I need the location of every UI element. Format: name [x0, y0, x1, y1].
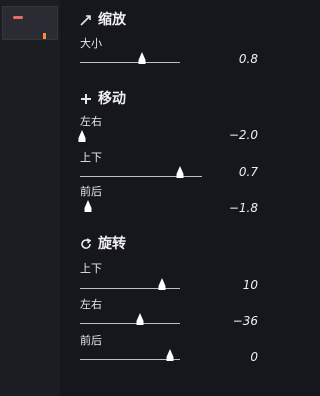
thumbnail-detail: [43, 33, 46, 39]
section-title-rotate: 旋转: [80, 234, 126, 254]
section-title-text: 旋转: [98, 236, 126, 252]
slider-move-fb[interactable]: [80, 200, 180, 214]
slider-handle[interactable]: [158, 278, 166, 290]
slider-label-rot-lr: 左右: [80, 298, 102, 311]
slider-rotate-ud[interactable]: [80, 278, 180, 292]
slider-label-rot-ud: 上下: [80, 262, 102, 275]
model-thumbnail[interactable]: [2, 6, 58, 40]
slider-handle[interactable]: [136, 313, 144, 325]
slider-move-lr[interactable]: [78, 130, 180, 144]
diagonal-arrow-icon: [80, 14, 92, 26]
slider-label-move-fb: 前后: [80, 185, 102, 198]
refresh-icon: [80, 238, 92, 250]
section-title-text: 移动: [98, 91, 126, 107]
slider-move-ud[interactable]: [80, 166, 202, 180]
slider-value-move-lr: −2.0: [228, 128, 258, 142]
slider-rotate-fb[interactable]: [80, 349, 180, 363]
slider-track: [80, 323, 180, 324]
section-title-move: 移动: [80, 89, 126, 109]
slider-track: [80, 62, 180, 63]
slider-handle[interactable]: [78, 130, 86, 142]
slider-track: [80, 359, 180, 360]
thumbnail-detail: [13, 16, 23, 19]
slider-label-rot-fb: 前后: [80, 334, 102, 347]
transform-panel: 缩放 大小 0.8 移动 左右 −2.0 上下 0.7 前后 −1.8 旋转 上…: [60, 0, 300, 396]
slider-handle[interactable]: [166, 349, 174, 361]
slider-handle[interactable]: [84, 200, 92, 212]
slider-label-move-lr: 左右: [80, 115, 102, 128]
slider-value-move-ud: 0.7: [238, 165, 258, 179]
slider-label-size: 大小: [80, 37, 102, 50]
slider-rotate-lr[interactable]: [80, 313, 180, 327]
slider-handle[interactable]: [138, 52, 146, 64]
slider-value-size: 0.8: [238, 52, 258, 66]
slider-scale-size[interactable]: [80, 52, 180, 66]
slider-value-move-fb: −1.8: [228, 201, 258, 215]
plus-icon: [80, 93, 92, 105]
slider-handle[interactable]: [176, 166, 184, 178]
section-title-text: 缩放: [98, 12, 126, 28]
section-title-scale: 缩放: [80, 10, 126, 30]
slider-value-rot-ud: 10: [242, 278, 258, 292]
slider-value-rot-fb: 0: [250, 350, 258, 364]
slider-value-rot-lr: −36: [232, 314, 258, 328]
slider-label-move-ud: 上下: [80, 151, 102, 164]
left-sidebar: [0, 0, 60, 396]
